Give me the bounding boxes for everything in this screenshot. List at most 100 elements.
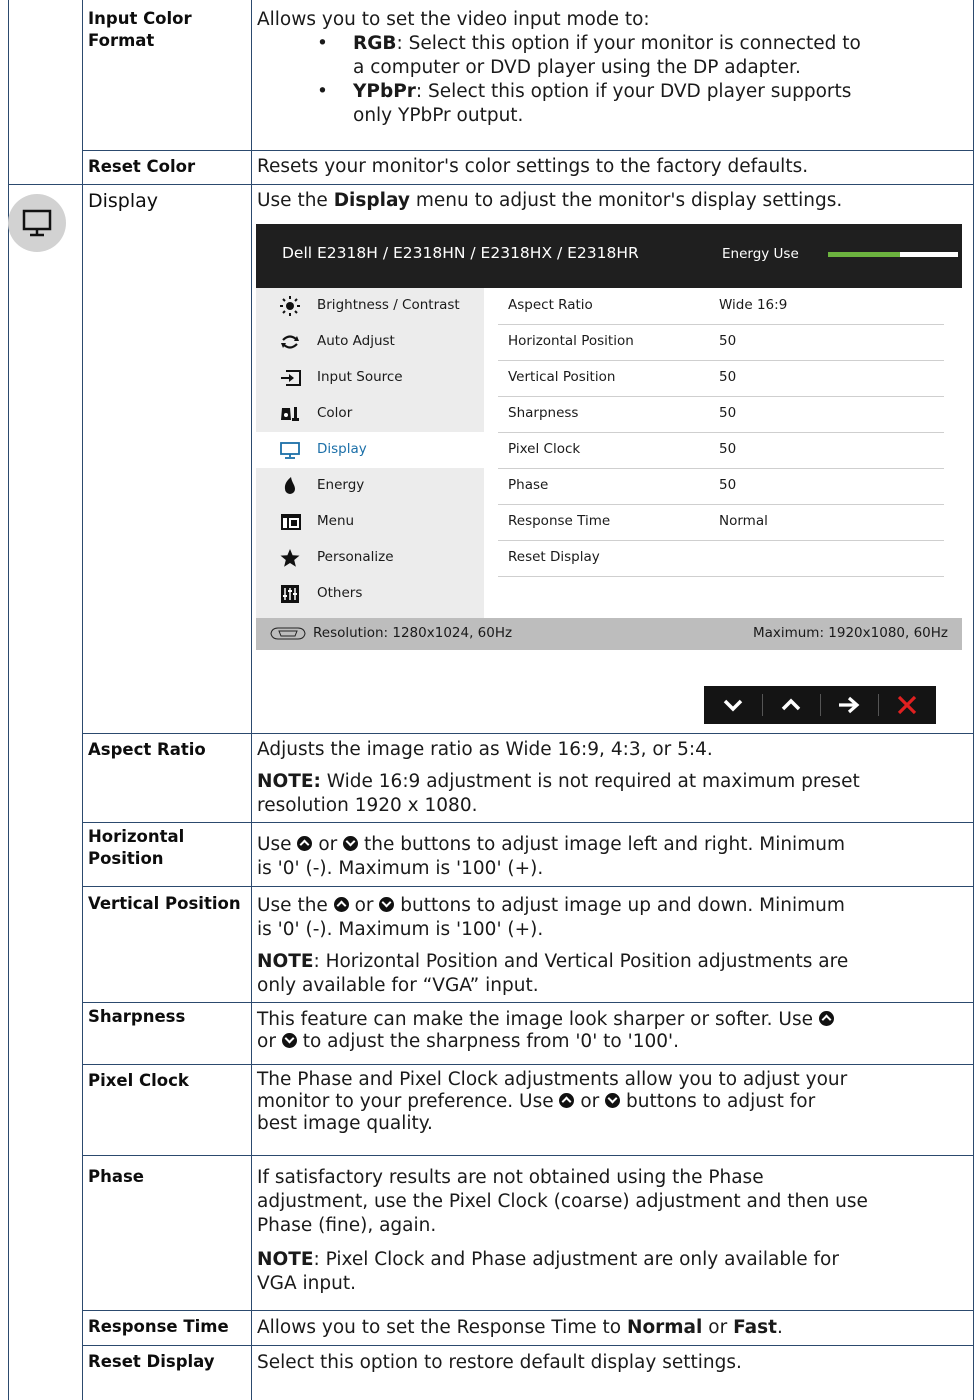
setting-row-response-time[interactable]: Response Time Normal	[498, 504, 944, 541]
up-button[interactable]	[762, 686, 820, 724]
desc-text: This feature can make the image look sha…	[257, 1009, 819, 1030]
setting-row-horizontal-position[interactable]: Horizontal Position 50	[498, 324, 944, 361]
menu-item-energy[interactable]: Energy	[256, 468, 484, 504]
energy-use-label: Energy Use	[722, 246, 799, 262]
row-divider	[82, 150, 974, 151]
osd-nav-buttons	[704, 686, 936, 724]
up-button-icon	[559, 1093, 575, 1108]
row-name-phase: Phase	[88, 1167, 144, 1186]
monitor-icon	[22, 209, 52, 237]
up-button-icon	[818, 1011, 834, 1026]
maximum-resolution: Maximum: 1920x1080, 60Hz	[752, 625, 948, 641]
note-label: NOTE	[257, 1249, 314, 1270]
row-name-input-color-format: Input Color Format	[88, 8, 250, 52]
setting-value: 50	[719, 405, 737, 421]
osd-footer: Resolution: 1280x1024, 60Hz Maximum: 192…	[256, 618, 962, 650]
exit-button[interactable]	[878, 686, 936, 724]
menu-item-auto-adjust[interactable]: Auto Adjust	[256, 324, 484, 360]
manual-page: Input Color Format Allows you to set the…	[0, 0, 978, 1400]
setting-value: 50	[719, 441, 737, 457]
menu-item-color[interactable]: Color	[256, 396, 484, 432]
note-text: : Pixel Clock and Phase adjustment are o…	[313, 1249, 839, 1270]
table-border-right	[973, 0, 974, 1400]
menu-item-label: Auto Adjust	[317, 333, 395, 349]
input-source-icon	[280, 368, 301, 388]
menu-item-label: Menu	[317, 513, 355, 529]
row-desc-vertical-position: Use the or buttons to adjust image up an…	[257, 894, 969, 998]
desc-text: menu to adjust the monitor's display set…	[409, 190, 843, 211]
row-desc-pixel-clock: The Phase and Pixel Clock adjustments al…	[257, 1068, 969, 1136]
brightness-icon	[280, 296, 300, 316]
osd-header: Dell E2318H / E2318HN / E2318HX / E2318H…	[256, 224, 962, 288]
note-label: NOTE:	[257, 771, 321, 792]
row-desc-response-time: Allows you to set the Response Time to N…	[257, 1316, 969, 1340]
row-divider	[82, 733, 974, 734]
setting-value: Wide 16:9	[719, 297, 788, 313]
energy-icon	[280, 476, 300, 496]
menu-item-display[interactable]: Display	[256, 432, 484, 468]
row-divider	[82, 1002, 974, 1003]
setting-key: Response Time	[508, 513, 611, 529]
down-icon	[723, 699, 743, 712]
desc-text: or	[312, 834, 344, 855]
desc-text: is '0' (-). Maximum is '100' (+).	[257, 919, 544, 940]
menu-item-personalize[interactable]: Personalize	[256, 540, 484, 576]
row-divider	[82, 1155, 974, 1156]
desc-text: is '0' (-). Maximum is '100' (+).	[257, 858, 544, 879]
desc-text: buttons to adjust for	[620, 1091, 816, 1112]
desc-text: Adjusts the image ratio as Wide 16:9, 4:…	[257, 739, 713, 760]
menu-item-label: Display	[317, 441, 367, 457]
menu-item-others[interactable]: Others	[256, 576, 484, 612]
energy-use-bar	[828, 252, 958, 257]
row-divider	[82, 1345, 974, 1346]
setting-row-sharpness[interactable]: Sharpness 50	[498, 396, 944, 433]
menu-item-menu[interactable]: Menu	[256, 504, 484, 540]
desc-text: best image quality.	[257, 1113, 433, 1134]
row-desc-reset-color: Resets your monitor's color settings to …	[257, 156, 809, 177]
note: NOTE: Wide 16:9 adjustment is not requir…	[257, 770, 969, 794]
table-col1-divider	[82, 0, 83, 1400]
osd-menu-screenshot: Dell E2318H / E2318HN / E2318HX / E2318H…	[256, 224, 962, 650]
display-icon	[280, 440, 300, 460]
option-normal: Normal	[626, 1317, 703, 1338]
osd-model-title: Dell E2318H / E2318HN / E2318HX / E2318H…	[282, 244, 639, 262]
enter-button[interactable]	[820, 686, 878, 724]
row-name-response-time: Response Time	[88, 1317, 229, 1336]
note-text: only available for “VGA” input.	[257, 975, 539, 996]
setting-row-vertical-position[interactable]: Vertical Position 50	[498, 360, 944, 397]
row-name-reset-display: Reset Display	[88, 1352, 215, 1371]
note-text: : Horizontal Position and Vertical Posit…	[313, 951, 849, 972]
desc-text: Use the	[257, 895, 334, 916]
color-icon	[280, 404, 300, 424]
row-desc-sharpness: This feature can make the image look sha…	[257, 1008, 969, 1052]
down-button-icon	[379, 897, 395, 912]
row-desc-input-color-format: Allows you to set the video input mode t…	[257, 8, 969, 128]
setting-value: 50	[719, 333, 737, 349]
up-button-icon	[333, 897, 349, 912]
bullet-term: RGB	[353, 33, 397, 54]
row-name-vertical-position: Vertical Position	[88, 894, 241, 913]
osd-display-submenu: Aspect Ratio Wide 16:9 Horizontal Positio…	[484, 288, 962, 618]
setting-row-aspect-ratio[interactable]: Aspect Ratio Wide 16:9	[498, 288, 944, 325]
setting-key: Vertical Position	[508, 369, 616, 385]
star-icon	[280, 548, 300, 568]
desc-text: Allows you to set the Response Time to	[257, 1317, 627, 1338]
setting-key: Sharpness	[508, 405, 579, 421]
setting-key: Aspect Ratio	[508, 297, 593, 313]
menu-item-brightness-contrast[interactable]: Brightness / Contrast	[256, 288, 484, 324]
right-arrow-icon	[839, 696, 860, 714]
row-name-reset-color: Reset Color	[88, 157, 196, 176]
down-button[interactable]	[704, 686, 762, 724]
menu-item-label: Brightness / Contrast	[317, 297, 460, 313]
bullet-ypbpr: • YPbPr: Select this option if your DVD …	[257, 80, 969, 128]
setting-row-phase[interactable]: Phase 50	[498, 468, 944, 505]
row-divider	[82, 1064, 974, 1065]
setting-row-pixel-clock[interactable]: Pixel Clock 50	[498, 432, 944, 469]
down-button-icon	[343, 836, 359, 851]
row-name-display: Display	[88, 190, 159, 212]
menu-item-input-source[interactable]: Input Source	[256, 360, 484, 396]
setting-row-reset-display[interactable]: Reset Display	[498, 540, 944, 577]
desc-text: or	[257, 1031, 282, 1052]
menu-item-label: Color	[317, 405, 353, 421]
note-text: VGA input.	[257, 1273, 356, 1294]
